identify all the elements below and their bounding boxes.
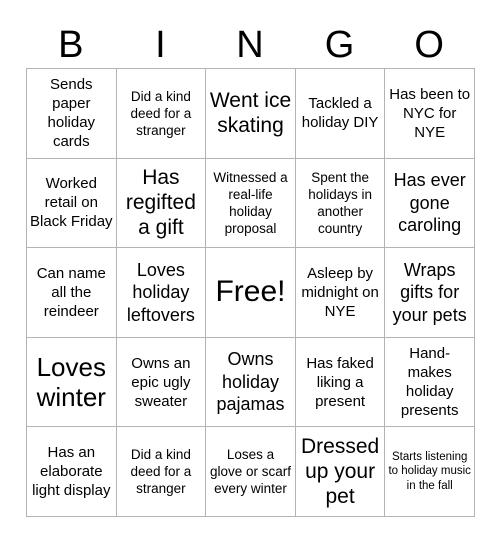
bingo-cell-label: Has faked liking a present — [306, 354, 374, 410]
bingo-cell-free[interactable]: Free! — [206, 248, 296, 338]
bingo-header-letter-n: N — [236, 24, 264, 66]
bingo-cell[interactable]: Hand-makes holiday presents — [385, 337, 475, 428]
bingo-cell-label: Did a kind deed for a stranger — [130, 447, 192, 497]
bingo-cell-label: Loves holiday leftovers — [126, 259, 195, 325]
bingo-cell[interactable]: Went ice skating — [206, 69, 296, 159]
bingo-cell-label: Worked retail on Black Friday — [30, 175, 113, 231]
bingo-cell[interactable]: Asleep by midnight on NYE — [295, 248, 386, 338]
bingo-cell[interactable]: Can name all the reindeer — [27, 248, 117, 338]
bingo-cell-label: Tackled a holiday DIY — [301, 95, 379, 132]
bingo-cell[interactable]: Starts listening to holiday music in the… — [385, 427, 475, 517]
bingo-cell[interactable]: Did a kind deed for a stranger — [116, 427, 207, 517]
bingo-cell[interactable]: Sends paper holiday cards — [27, 69, 117, 159]
bingo-cell-label: Has ever gone caroling — [393, 170, 466, 236]
bingo-header-letter-o: O — [414, 24, 444, 66]
bingo-cell-label: Has an elaborate light display — [32, 444, 111, 500]
bingo-cell[interactable]: Owns an epic ugly sweater — [116, 337, 207, 428]
bingo-grid: Sends paper holiday cards Did a kind deed… — [26, 68, 475, 517]
bingo-cell-label: Sends paper holiday cards — [47, 76, 96, 151]
bingo-header-letter-g: G — [324, 24, 355, 66]
bingo-cell-label: Spent the holidays in another country — [308, 169, 372, 236]
bingo-cell[interactable]: Has been to NYC for NYE — [385, 69, 475, 159]
bingo-cell-label: Wraps gifts for your pets — [392, 259, 467, 325]
bingo-cell[interactable]: Has faked liking a present — [295, 337, 386, 428]
bingo-cell-label: Loses a glove or scarf every winter — [209, 447, 292, 497]
bingo-cell[interactable]: Loves holiday leftovers — [116, 248, 207, 338]
bingo-cell[interactable]: Loves winter — [27, 337, 117, 428]
bingo-cell-label: Dressed up your pet — [300, 435, 380, 509]
bingo-cell-label: Asleep by midnight on NYE — [301, 264, 379, 320]
bingo-cell-label: Went ice skating — [209, 89, 292, 138]
bingo-cell[interactable]: Has regifted a gift — [116, 158, 207, 249]
bingo-cell[interactable]: Tackled a holiday DIY — [295, 69, 386, 159]
bingo-cell-label: Free! — [215, 275, 286, 309]
bingo-cell[interactable]: Witnessed a real-life holiday proposal — [206, 158, 296, 249]
bingo-cell-label: Owns an epic ugly sweater — [131, 354, 191, 410]
bingo-cell[interactable]: Has an elaborate light display — [27, 427, 117, 517]
bingo-card-page: B I N G O Sends paper holiday cards Did a… — [0, 0, 500, 544]
bingo-cell[interactable]: Spent the holidays in another country — [295, 158, 386, 249]
bingo-cell[interactable]: Has ever gone caroling — [385, 158, 475, 249]
bingo-header-letter-b: B — [58, 24, 84, 66]
bingo-cell-label: Has been to NYC for NYE — [389, 85, 471, 141]
bingo-cell-label: Did a kind deed for a stranger — [130, 88, 192, 138]
bingo-header-letter-i: I — [155, 24, 166, 66]
bingo-cell-label: Can name all the reindeer — [36, 264, 106, 320]
bingo-cell[interactable]: Worked retail on Black Friday — [27, 158, 117, 249]
bingo-cell[interactable]: Did a kind deed for a stranger — [116, 69, 207, 159]
bingo-header-row: B I N G O — [26, 22, 474, 68]
bingo-cell[interactable]: Wraps gifts for your pets — [385, 248, 475, 338]
bingo-cell[interactable]: Dressed up your pet — [295, 427, 386, 517]
bingo-cell-label: Witnessed a real-life holiday proposal — [213, 169, 288, 236]
bingo-cell-label: Hand-makes holiday presents — [400, 345, 459, 420]
bingo-cell[interactable]: Owns holiday pajamas — [206, 337, 296, 428]
bingo-cell-label: Owns holiday pajamas — [216, 349, 285, 415]
bingo-cell-label: Loves winter — [36, 352, 106, 413]
bingo-cell[interactable]: Loses a glove or scarf every winter — [206, 427, 296, 517]
bingo-cell-label: Has regifted a gift — [125, 166, 196, 240]
bingo-cell-label: Starts listening to holiday music in the… — [388, 450, 471, 492]
